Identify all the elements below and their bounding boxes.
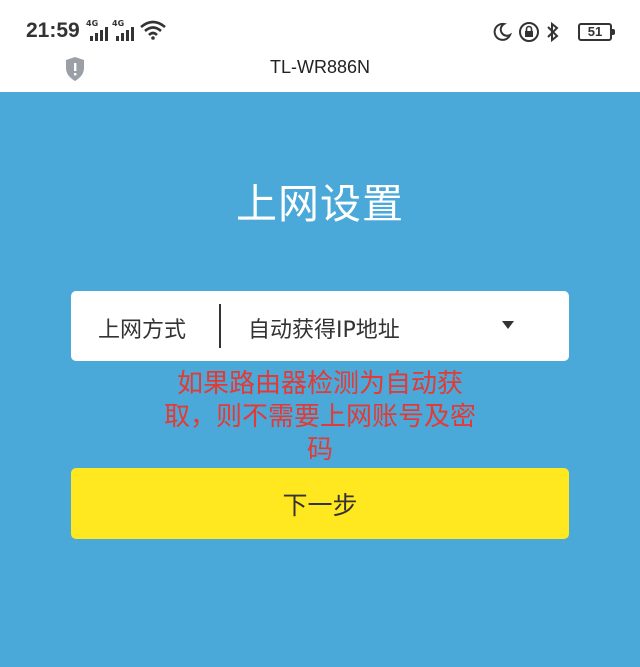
lock-rotation-icon [519, 22, 539, 42]
status-time: 21:59 [26, 19, 80, 42]
moon-icon [493, 22, 512, 41]
page-url: TL-WR886N [269, 57, 371, 77]
status-bar: 21:59 4G 4G 51 [0, 0, 640, 52]
next-button[interactable]: 下一步 [71, 468, 569, 539]
page-title: 上网设置 [236, 180, 404, 228]
wifi-icon [140, 20, 166, 40]
battery-icon: 51 [578, 23, 615, 41]
battery-level: 51 [587, 24, 603, 39]
connection-type-label: 上网方式 [98, 318, 187, 343]
connection-type-value[interactable]: 自动获得IP地址 [248, 312, 400, 344]
divider [219, 304, 221, 348]
main-content: 上网设置 上网方式 自动获得IP地址 如果路由器检测为自动获取，则不需要上网账号… [0, 92, 640, 667]
title-bar: TL-WR886N [0, 52, 640, 92]
annotation-text: 如果路由器检测为自动获取，则不需要上网账号及密码 [163, 369, 476, 465]
connection-type-select[interactable]: 上网方式 自动获得IP地址 [71, 291, 569, 361]
chevron-down-icon[interactable] [502, 321, 514, 329]
bluetooth-icon [547, 21, 559, 43]
